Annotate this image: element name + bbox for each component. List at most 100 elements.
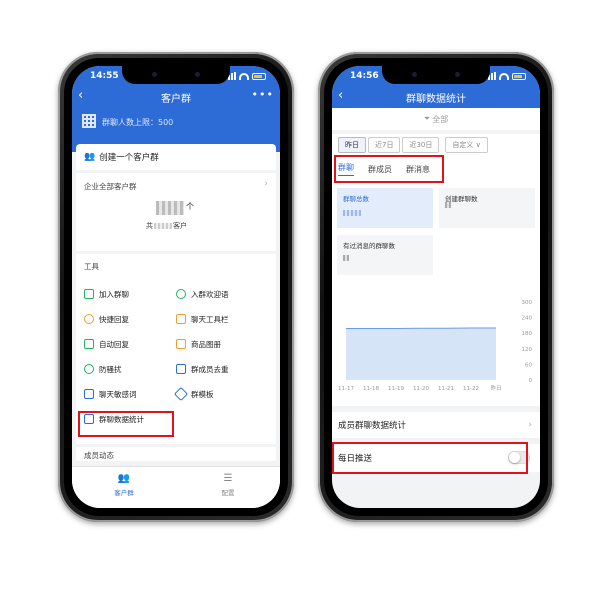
stats-tabs: 群聊 群成员 群消息 bbox=[332, 155, 540, 183]
tool-welcome-message[interactable]: 入群欢迎语 bbox=[176, 286, 268, 302]
x-tick-label: 11-21 bbox=[438, 386, 454, 392]
create-group-button[interactable]: 👥 创建一个客户群 bbox=[76, 144, 276, 170]
phone-notch bbox=[122, 66, 230, 84]
all-customer-groups-card[interactable]: 企业全部客户群 › 个 共 客户 bbox=[76, 173, 276, 251]
member-activity-section: 成员动态 bbox=[76, 447, 276, 461]
wifi-icon bbox=[239, 72, 249, 80]
nav-bar: ‹ 群聊数据统计 bbox=[332, 86, 540, 108]
wifi-icon bbox=[499, 72, 509, 80]
bottom-tab-bar: 👥 客户群 ☰ 配置 bbox=[72, 466, 280, 508]
date-yesterday[interactable]: 昨日 bbox=[338, 137, 366, 153]
filter-icon: ⏷ bbox=[423, 114, 431, 123]
page-title: 客户群 bbox=[161, 93, 191, 105]
tool-join-group[interactable]: 加入群聊 bbox=[84, 286, 176, 302]
blurred-total-groups bbox=[343, 210, 361, 216]
filter-label: 全部 bbox=[432, 114, 449, 124]
y-tick-label: 180 bbox=[522, 331, 533, 337]
x-tick-label: 11-20 bbox=[413, 386, 429, 392]
stats-cards: 群聊总数 创建群聊数 有过消息的群聊数 bbox=[332, 182, 540, 282]
phone-notch bbox=[382, 66, 490, 84]
add-user-icon: 👥 bbox=[84, 152, 96, 162]
catalog-icon bbox=[176, 339, 186, 349]
tab-settings[interactable]: ☰ 配置 bbox=[176, 467, 280, 508]
battery-icon bbox=[512, 72, 526, 80]
phone-frame-left: 14:55 ‹ 客户群 ••• 群聊人数上限：500 👥 创建一个客户群 企业全… bbox=[58, 52, 294, 522]
x-tick-label: 11-17 bbox=[338, 386, 354, 392]
daily-push-row: 每日推送 bbox=[332, 442, 540, 474]
tool-quick-reply[interactable]: 快捷回复 bbox=[84, 311, 176, 327]
create-group-label: 创建一个客户群 bbox=[99, 153, 159, 163]
total-prefix: 共 bbox=[146, 222, 153, 230]
y-tick-label: 300 bbox=[522, 300, 533, 306]
template-icon bbox=[173, 386, 189, 402]
blurred-created-groups bbox=[445, 202, 451, 208]
tool-product-catalog[interactable]: 商品图册 bbox=[176, 336, 268, 352]
auto-reply-icon bbox=[84, 339, 94, 349]
group-filter[interactable]: ⏷ 全部 bbox=[332, 108, 540, 130]
back-chevron-icon[interactable]: ‹ bbox=[78, 89, 83, 103]
member-group-stats-row[interactable]: 成员群聊数据统计 › bbox=[332, 412, 540, 438]
blurred-customer-count bbox=[154, 223, 172, 229]
x-tick-label: 11-22 bbox=[463, 386, 479, 392]
date-last-7-days[interactable]: 近7日 bbox=[368, 137, 401, 153]
group-count-chart: 300 240 180 120 60 0 11-17 11-18 11-19 11-20 11-21… bbox=[332, 282, 540, 406]
tool-auto-reply[interactable]: 自动回复 bbox=[84, 336, 176, 352]
tab-customer-groups[interactable]: 👥 客户群 bbox=[72, 467, 176, 508]
nav-bar: ‹ 客户群 ••• bbox=[72, 86, 280, 108]
blurred-group-count bbox=[156, 201, 184, 215]
phone-frame-right: 14:56 ‹ 群聊数据统计 ⏷ 全部 昨日 近7日 近30日 自定义 ∨ 群聊… bbox=[318, 52, 554, 522]
tool-member-dedupe[interactable]: 群成员去重 bbox=[176, 361, 268, 377]
anti-harass-icon bbox=[84, 364, 94, 374]
total-customers-line: 共 客户 bbox=[146, 221, 187, 231]
x-tick-label: 11-19 bbox=[388, 386, 404, 392]
welcome-icon bbox=[176, 289, 186, 299]
tools-card: 工具 加入群聊 入群欢迎语 快捷回复 聊天工具栏 自动回复 商品图册 防骚扰 群… bbox=[76, 254, 276, 444]
series-line bbox=[346, 327, 496, 330]
blurred-active-groups bbox=[343, 255, 349, 261]
stat-total-groups[interactable]: 群聊总数 bbox=[337, 188, 433, 228]
screenshot-canvas: 14:55 ‹ 客户群 ••• 群聊人数上限：500 👥 创建一个客户群 企业全… bbox=[0, 0, 600, 600]
date-custom-dropdown[interactable]: 自定义 ∨ bbox=[445, 137, 488, 153]
status-time: 14:56 bbox=[350, 71, 379, 81]
member-activity-title: 成员动态 bbox=[84, 451, 114, 460]
toolbar-icon bbox=[176, 314, 186, 324]
group-stats-screen: 14:56 ‹ 群聊数据统计 ⏷ 全部 昨日 近7日 近30日 自定义 ∨ 群聊… bbox=[332, 66, 540, 508]
back-chevron-icon[interactable]: ‹ bbox=[338, 89, 343, 103]
x-tick-label: 昨日 bbox=[490, 384, 501, 392]
status-time: 14:55 bbox=[90, 71, 119, 81]
y-tick-label: 240 bbox=[522, 316, 533, 322]
y-tick-label: 120 bbox=[522, 347, 533, 353]
users-icon: 👥 bbox=[117, 473, 131, 484]
tool-anti-harassment[interactable]: 防骚扰 bbox=[84, 361, 176, 377]
group-count-unit: 个 bbox=[186, 202, 194, 211]
battery-icon bbox=[252, 72, 266, 80]
chevron-right-icon: › bbox=[528, 420, 532, 430]
y-tick-label: 0 bbox=[529, 378, 533, 384]
sensitive-words-icon bbox=[84, 389, 94, 399]
tool-chat-toolbar[interactable]: 聊天工具栏 bbox=[176, 311, 268, 327]
date-last-30-days[interactable]: 近30日 bbox=[402, 137, 440, 153]
tool-group-template[interactable]: 群模板 bbox=[173, 386, 268, 402]
customer-group-screen: 14:55 ‹ 客户群 ••• 群聊人数上限：500 👥 创建一个客户群 企业全… bbox=[72, 66, 280, 508]
stat-active-groups[interactable]: 有过消息的群聊数 bbox=[337, 235, 433, 275]
chart-svg: 300 240 180 120 60 0 11-17 11-18 11-19 11-20 11-21… bbox=[338, 300, 533, 392]
all-groups-title: 企业全部客户群 bbox=[84, 182, 137, 191]
tools-grid: 加入群聊 入群欢迎语 快捷回复 聊天工具栏 自动回复 商品图册 防骚扰 群成员去… bbox=[84, 286, 268, 427]
highlight-box-daily-push bbox=[332, 442, 528, 474]
total-suffix: 客户 bbox=[173, 222, 187, 230]
tool-sensitive-words[interactable]: 聊天敏感词 bbox=[84, 386, 176, 402]
more-menu-icon[interactable]: ••• bbox=[252, 88, 274, 101]
stat-created-groups[interactable]: 创建群聊数 bbox=[439, 188, 535, 228]
x-tick-label: 11-18 bbox=[363, 386, 379, 392]
highlight-box-tabs bbox=[334, 155, 444, 183]
sliders-icon: ☰ bbox=[223, 473, 233, 484]
chevron-right-icon: › bbox=[264, 179, 268, 189]
tools-title: 工具 bbox=[84, 262, 99, 271]
highlight-box-group-stats bbox=[78, 411, 174, 437]
y-tick-label: 60 bbox=[525, 362, 532, 368]
group-limit-text: 群聊人数上限：500 bbox=[102, 118, 174, 127]
grid-icon bbox=[82, 114, 96, 128]
series-area bbox=[346, 328, 496, 380]
quick-reply-icon bbox=[84, 314, 94, 324]
dedupe-icon bbox=[176, 364, 186, 374]
